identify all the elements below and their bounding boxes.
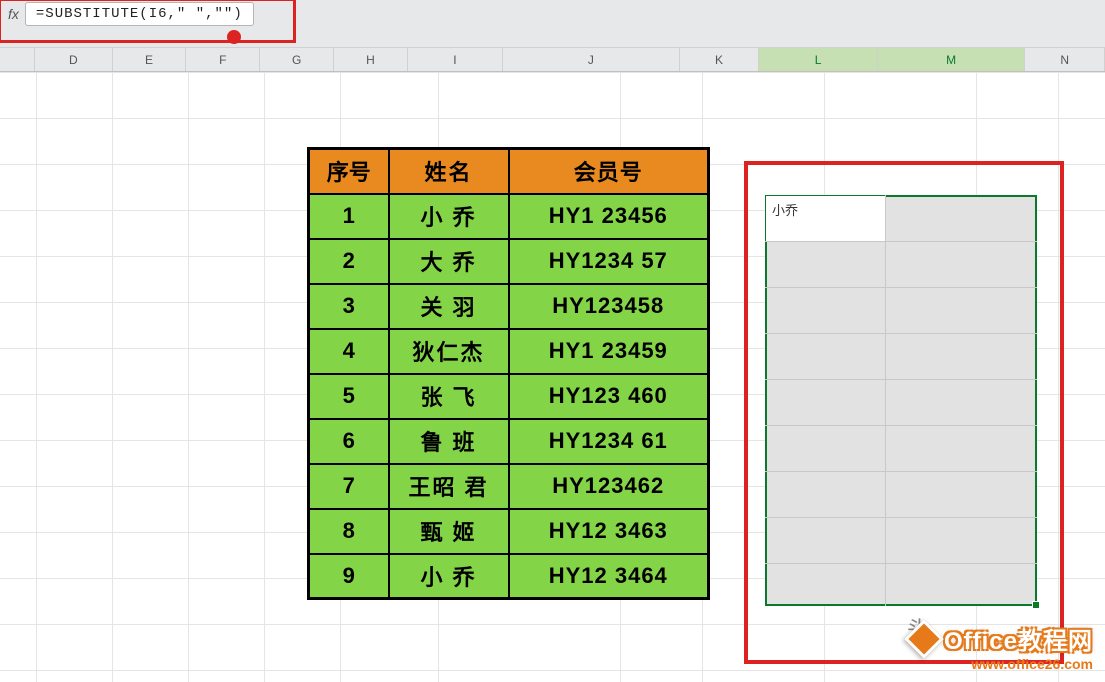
th-member: 会员号 <box>509 149 709 194</box>
cell-seq[interactable]: 7 <box>309 464 389 509</box>
col-header-J[interactable]: J <box>503 48 680 71</box>
cell-member[interactable]: HY123458 <box>509 284 709 329</box>
cell-name[interactable]: 狄仁杰 <box>389 329 509 374</box>
cell-member[interactable]: HY1234 61 <box>509 419 709 464</box>
cell-seq[interactable]: 4 <box>309 329 389 374</box>
cell-seq[interactable]: 2 <box>309 239 389 284</box>
cell-seq[interactable]: 3 <box>309 284 389 329</box>
table-row: 1小 乔HY1 23456 <box>309 194 709 239</box>
cell-seq[interactable]: 6 <box>309 419 389 464</box>
cell-name[interactable]: 鲁 班 <box>389 419 509 464</box>
cell-member[interactable]: HY1234 57 <box>509 239 709 284</box>
watermark-title: Office教程网 <box>944 628 1093 655</box>
th-name: 姓名 <box>389 149 509 194</box>
table-row: 5张 飞HY123 460 <box>309 374 709 419</box>
formula-bar: fx =SUBSTITUTE(I6," ","") <box>0 0 1105 48</box>
table-row: 9小 乔HY12 3464 <box>309 554 709 599</box>
col-header-L[interactable]: L <box>759 48 877 71</box>
th-seq: 序号 <box>309 149 389 194</box>
cell-name[interactable]: 小 乔 <box>389 194 509 239</box>
column-header-row: DEFGHIJKLMN <box>0 48 1105 72</box>
watermark-logo-icon <box>904 619 944 659</box>
data-table: 序号 姓名 会员号 1小 乔HY1 234562大 乔HY1234 573关 羽… <box>307 147 710 600</box>
cell-name[interactable]: 王昭 君 <box>389 464 509 509</box>
table-row: 4狄仁杰HY1 23459 <box>309 329 709 374</box>
selection-range[interactable] <box>765 195 1037 606</box>
col-header-D[interactable]: D <box>35 48 113 71</box>
table-row: 3关 羽HY123458 <box>309 284 709 329</box>
cell-seq[interactable]: 9 <box>309 554 389 599</box>
cell-member[interactable]: HY1 23456 <box>509 194 709 239</box>
cell-name[interactable]: 关 羽 <box>389 284 509 329</box>
cell-member[interactable]: HY12 3463 <box>509 509 709 554</box>
cell-seq[interactable]: 8 <box>309 509 389 554</box>
col-header-H[interactable]: H <box>334 48 408 71</box>
col-header-I[interactable]: I <box>408 48 503 71</box>
table-row: 8甄 姬HY12 3463 <box>309 509 709 554</box>
table-row: 7王昭 君HY123462 <box>309 464 709 509</box>
col-header-G[interactable]: G <box>260 48 334 71</box>
cell-member[interactable]: HY1 23459 <box>509 329 709 374</box>
formula-input[interactable]: =SUBSTITUTE(I6," ","") <box>25 2 254 26</box>
cell-member[interactable]: HY123 460 <box>509 374 709 419</box>
cell-name[interactable]: 大 乔 <box>389 239 509 284</box>
cell-seq[interactable]: 5 <box>309 374 389 419</box>
cell-name[interactable]: 小 乔 <box>389 554 509 599</box>
table-row: 2大 乔HY1234 57 <box>309 239 709 284</box>
table-header-row: 序号 姓名 会员号 <box>309 149 709 194</box>
annotation-dot <box>227 30 241 44</box>
col-header-K[interactable]: K <box>680 48 760 71</box>
col-header-E[interactable]: E <box>113 48 187 71</box>
cell-name[interactable]: 甄 姬 <box>389 509 509 554</box>
cell-member[interactable]: HY12 3464 <box>509 554 709 599</box>
table-row: 6鲁 班HY1234 61 <box>309 419 709 464</box>
cell-member[interactable]: HY123462 <box>509 464 709 509</box>
cell-name[interactable]: 张 飞 <box>389 374 509 419</box>
watermark: Office教程网 www.office26.com <box>904 621 1093 672</box>
fx-icon[interactable]: fx <box>8 6 19 22</box>
col-header-M[interactable]: M <box>878 48 1026 71</box>
watermark-url: www.office26.com <box>904 656 1093 672</box>
spreadsheet-grid[interactable]: 序号 姓名 会员号 1小 乔HY1 234562大 乔HY1234 573关 羽… <box>0 72 1105 682</box>
col-header-N[interactable]: N <box>1025 48 1105 71</box>
cell-seq[interactable]: 1 <box>309 194 389 239</box>
col-header-F[interactable]: F <box>186 48 260 71</box>
fill-handle[interactable] <box>1032 601 1040 609</box>
active-cell[interactable]: 小乔 <box>766 196 885 242</box>
